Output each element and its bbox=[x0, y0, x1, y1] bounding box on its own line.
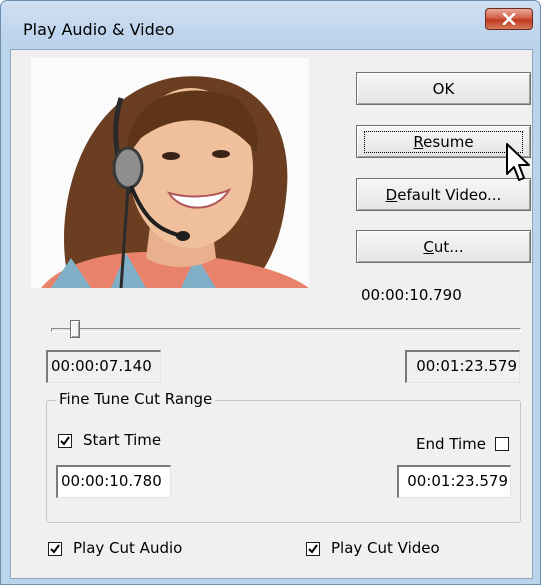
end-time-label: End Time bbox=[416, 435, 486, 453]
play-cut-audio-checkbox[interactable] bbox=[48, 542, 62, 556]
start-time-input[interactable]: 00:00:10.780 bbox=[56, 465, 171, 498]
ok-button[interactable]: OK bbox=[356, 72, 531, 105]
window-title: Play Audio & Video bbox=[23, 20, 175, 39]
fine-tune-group-label: Fine Tune Cut Range bbox=[56, 390, 216, 408]
position-slider-thumb[interactable] bbox=[69, 320, 80, 338]
checkmark-icon bbox=[308, 544, 318, 554]
ok-button-label: OK bbox=[432, 79, 455, 98]
start-position-field: 00:00:07.140 bbox=[46, 350, 161, 383]
end-position-field: 00:01:23.579 bbox=[405, 350, 520, 383]
close-button[interactable] bbox=[485, 8, 533, 30]
resume-button[interactable]: Resume bbox=[356, 125, 531, 158]
default-video-button-label: efault Video... bbox=[397, 185, 502, 204]
play-cut-video-label: Play Cut Video bbox=[331, 539, 440, 557]
start-time-label: Start Time bbox=[83, 431, 162, 449]
end-time-input[interactable]: 00:01:23.579 bbox=[397, 465, 511, 498]
dialog-window: Play Audio & Video OK Resume D efault Vi… bbox=[0, 0, 541, 585]
title-bar[interactable]: Play Audio & Video bbox=[1, 1, 540, 49]
cut-button[interactable]: Cut... bbox=[356, 230, 531, 263]
play-cut-audio-label: Play Cut Audio bbox=[73, 539, 183, 557]
video-preview bbox=[31, 58, 309, 288]
default-video-button[interactable]: Default Video... bbox=[356, 178, 531, 211]
focus-rectangle: Resume bbox=[364, 130, 523, 153]
default-video-mnemonic: D bbox=[385, 185, 398, 204]
resume-button-label: esume bbox=[423, 132, 474, 151]
play-cut-video-checkbox[interactable] bbox=[306, 542, 320, 556]
current-time-readout: 00:00:10.790 bbox=[361, 286, 462, 304]
dialog-client-area: OK Resume Default Video... Cut... 00:00:… bbox=[10, 49, 533, 579]
cut-button-label: ut... bbox=[433, 237, 464, 256]
cut-mnemonic: C bbox=[423, 237, 434, 256]
video-frame-image bbox=[31, 58, 309, 288]
position-slider-track[interactable] bbox=[51, 328, 521, 332]
checkmark-icon bbox=[60, 436, 70, 446]
resume-mnemonic: R bbox=[413, 132, 424, 151]
close-icon bbox=[502, 13, 516, 25]
end-time-checkbox[interactable] bbox=[495, 437, 509, 451]
checkmark-icon bbox=[50, 544, 60, 554]
start-time-checkbox[interactable] bbox=[58, 434, 72, 448]
fine-tune-group bbox=[46, 400, 521, 523]
